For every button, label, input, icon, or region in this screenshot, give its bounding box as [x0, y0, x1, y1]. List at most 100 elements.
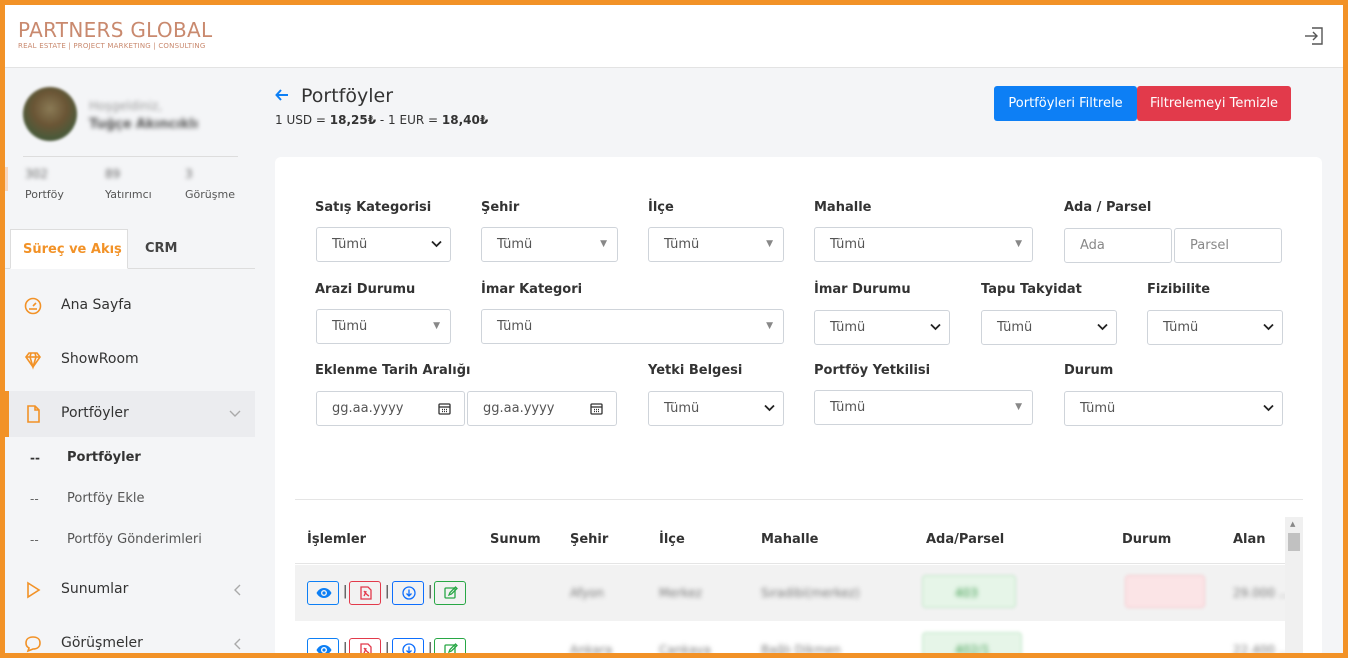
feasibility-select[interactable]: Tümü [1147, 310, 1283, 345]
brand-subtitle: REAL ESTATE | PROJECT MARKETING | CONSUL… [18, 42, 206, 50]
select-value: Tümü [332, 237, 368, 252]
authority-doc-select[interactable]: Tümü [648, 391, 784, 426]
table-row[interactable]: | | | Afyon Merkez Sıradibi(merkez) 403 … [295, 565, 1290, 621]
stat-value: 3 [185, 167, 193, 181]
rate-usd-label: 1 USD = [275, 113, 330, 127]
label-sales-category: Satış Kategorisi [315, 200, 432, 215]
stat-portfolio: 302 Portföy [25, 167, 64, 201]
sidebar: Hoşgeldiniz, Tuğçe Akıncıklı 302 Portföy… [5, 69, 255, 653]
action-separator: | [428, 641, 433, 653]
city-select[interactable]: Tümü ▼ [481, 227, 618, 262]
zoning-category-select[interactable]: Tümü ▼ [481, 309, 784, 344]
chevron-down-icon [431, 240, 442, 248]
col-district[interactable]: İlçe [659, 532, 685, 547]
caret-down-icon: ▼ [1015, 239, 1022, 249]
parcel-input[interactable]: Parsel [1174, 228, 1282, 263]
col-area[interactable]: Alan [1233, 532, 1266, 547]
sidebar-subitem-add-portfolio[interactable]: -- Portföy Ekle [5, 482, 255, 518]
col-status[interactable]: Durum [1122, 532, 1171, 547]
view-button[interactable] [307, 638, 339, 653]
chevron-down-icon [764, 404, 775, 412]
col-actions[interactable]: İşlemler [307, 532, 366, 547]
edit-button[interactable] [434, 638, 466, 653]
block-input[interactable]: Ada [1064, 228, 1172, 263]
caret-down-icon: ▼ [600, 239, 607, 249]
stat-value: 302 [25, 167, 48, 181]
tab-crm[interactable]: CRM [145, 229, 178, 269]
stat-label: Görüşme [185, 188, 235, 201]
download-icon [402, 643, 416, 653]
sidebar-item-showroom[interactable]: ShowRoom [5, 337, 255, 383]
filter-card: Satış Kategorisi Tümü Şehir Tümü ▼ İlçe T… [275, 157, 1322, 653]
filter-portfolios-button[interactable]: Portföyleri Filtrele [994, 86, 1137, 121]
stat-investor: 89 Yatırımcı [105, 167, 152, 201]
top-bar: PARTNERS GLOBAL REAL ESTATE | PROJECT MA… [5, 5, 1343, 68]
pdf-button[interactable] [349, 581, 381, 605]
sidebar-subitem-portfolios[interactable]: -- Portföyler [5, 441, 255, 477]
cell-neighborhood: Bağlı Dikmen [761, 643, 841, 653]
col-presentation[interactable]: Sunum [490, 532, 541, 547]
brand-logo[interactable]: PARTNERS GLOBAL REAL ESTATE | PROJECT MA… [18, 19, 212, 50]
calendar-icon[interactable] [590, 402, 603, 415]
back-arrow-icon[interactable] [275, 88, 289, 102]
sidebar-item-label: Sunumlar [61, 581, 129, 597]
col-neighborhood[interactable]: Mahalle [761, 532, 818, 547]
select-value: Tümü [664, 237, 700, 252]
deed-restriction-select[interactable]: Tümü [981, 310, 1117, 345]
label-status: Durum [1064, 363, 1114, 378]
action-separator: | [385, 641, 390, 653]
cell-city: Ankara [570, 643, 613, 653]
diamond-icon [25, 352, 41, 370]
action-separator: | [343, 641, 348, 653]
col-block-parcel[interactable]: Ada/Parsel [926, 532, 1004, 547]
logout-icon[interactable] [1303, 25, 1325, 47]
view-button[interactable] [307, 581, 339, 605]
date-start-input[interactable]: gg.aa.yyyy [316, 391, 465, 426]
select-value: Tümü [1080, 401, 1116, 416]
status-badge [1125, 575, 1205, 608]
status-select[interactable]: Tümü [1064, 391, 1283, 426]
sub-dash: -- [30, 492, 39, 506]
land-status-select[interactable]: Tümü ▼ [316, 309, 451, 344]
download-button[interactable] [392, 638, 424, 653]
download-button[interactable] [392, 581, 424, 605]
neighborhood-select[interactable]: Tümü ▼ [814, 227, 1033, 262]
sidebar-subitem-portfolio-sends[interactable]: -- Portföy Gönderimleri [5, 523, 255, 559]
sidebar-item-label: ShowRoom [61, 351, 139, 367]
table-row[interactable]: | | | Ankara Çankaya Bağlı Dikmen 402/1 … [295, 622, 1290, 653]
sidebar-item-meetings[interactable]: Görüşmeler [5, 621, 255, 653]
sidebar-item-label: Görüşmeler [61, 635, 143, 651]
district-select[interactable]: Tümü ▼ [648, 227, 784, 262]
sales-category-select[interactable]: Tümü [316, 227, 451, 262]
date-placeholder: gg.aa.yyyy [483, 401, 555, 416]
action-separator: | [428, 584, 433, 599]
clear-filters-button[interactable]: Filtrelemeyi Temizle [1137, 86, 1291, 121]
edit-button[interactable] [434, 581, 466, 605]
table-scrollbar[interactable]: ▲ [1285, 517, 1303, 653]
zoning-status-select[interactable]: Tümü [814, 310, 950, 345]
calendar-icon[interactable] [438, 402, 451, 415]
label-zoning-category: İmar Kategori [481, 282, 583, 297]
portfolio-agent-select[interactable]: Tümü ▼ [814, 390, 1033, 425]
sidebar-item-presentations[interactable]: Sunumlar [5, 567, 255, 613]
select-value: Tümü [497, 319, 533, 334]
select-value: Tümü [830, 320, 866, 335]
sub-label: Portföy Ekle [67, 491, 145, 506]
label-city: Şehir [481, 200, 520, 215]
table-header: İşlemler Sunum Şehir İlçe Mahalle Ada/Pa… [295, 517, 1285, 564]
pdf-button[interactable] [349, 638, 381, 653]
play-icon [27, 581, 41, 599]
caret-down-icon: ▼ [433, 321, 440, 331]
sidebar-item-home[interactable]: Ana Sayfa [5, 283, 255, 329]
scroll-up-icon[interactable]: ▲ [1290, 520, 1295, 528]
select-value: Tümü [497, 237, 533, 252]
col-city[interactable]: Şehir [570, 532, 608, 547]
date-placeholder: gg.aa.yyyy [332, 401, 404, 416]
tab-process-flow[interactable]: Süreç ve Akış [10, 229, 128, 269]
sidebar-item-portfolios[interactable]: Portföyler [5, 391, 255, 437]
scroll-thumb[interactable] [1288, 533, 1300, 551]
date-end-input[interactable]: gg.aa.yyyy [467, 391, 617, 426]
chat-icon [25, 636, 41, 653]
chevron-down-icon [1263, 404, 1274, 412]
edit-icon [444, 586, 458, 599]
